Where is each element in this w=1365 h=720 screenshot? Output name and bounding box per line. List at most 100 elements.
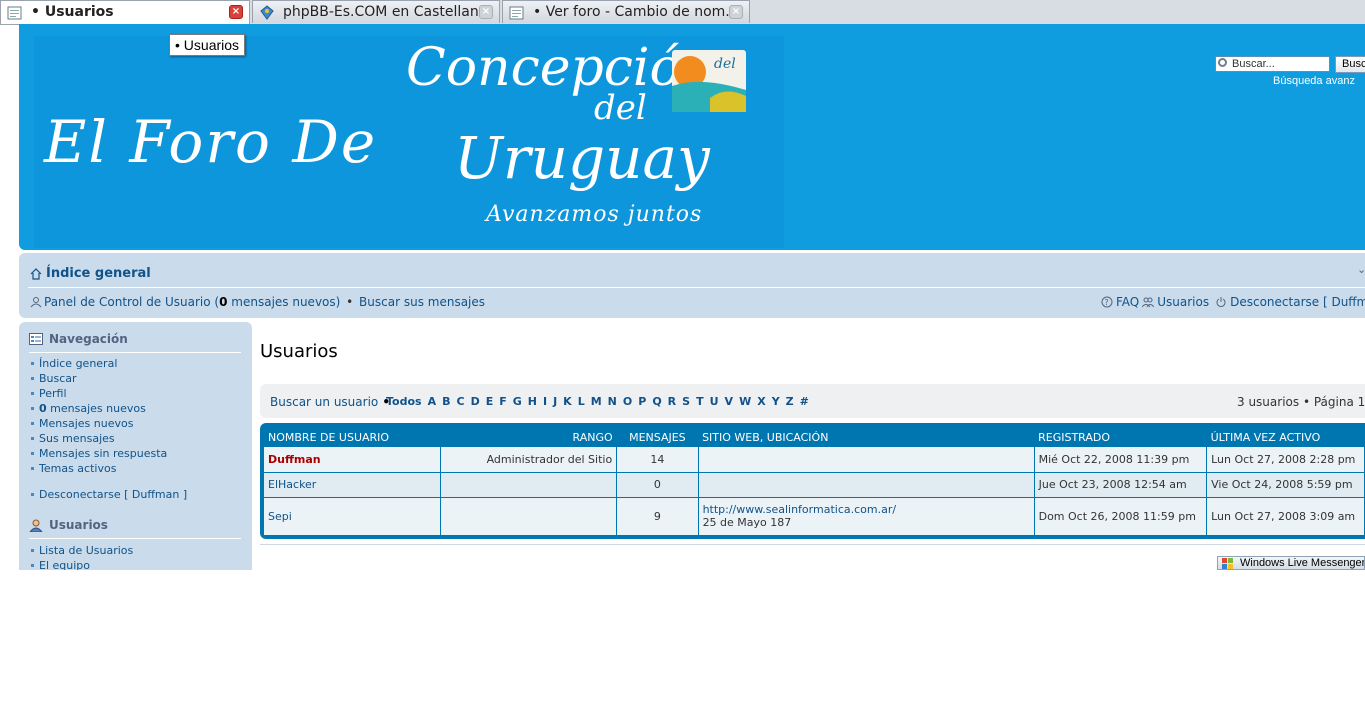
letter-link[interactable]: K	[563, 395, 572, 408]
power-icon	[1216, 297, 1226, 307]
posts-cell[interactable]: 0	[616, 472, 699, 498]
find-user-link[interactable]: Buscar un usuario	[270, 395, 378, 409]
col-username[interactable]: NOMBRE DE USUARIO	[264, 427, 440, 447]
letter-link[interactable]: I	[543, 395, 547, 408]
letter-link[interactable]: W	[739, 395, 751, 408]
browser-tab-phpbb[interactable]: phpBB-Es.COM en Castellan... ×	[252, 0, 500, 23]
sidebar-item-new-count[interactable]: 0 mensajes nuevos	[31, 401, 167, 416]
letter-link[interactable]: Y	[772, 395, 780, 408]
browser-tab-usuarios[interactable]: • Usuarios ×	[0, 0, 250, 24]
page-icon	[509, 6, 524, 20]
banner-text-foro: El Foro De	[44, 108, 378, 176]
phpbb-icon	[260, 5, 274, 20]
filter-label: Buscar un usuario •	[270, 395, 394, 409]
members-link[interactable]: Usuarios	[1157, 295, 1209, 309]
banner-text-del: del	[594, 88, 647, 128]
table-row: Sepi 9 http://www.sealinformatica.com.ar…	[264, 497, 1365, 536]
letter-link[interactable]: N	[608, 395, 617, 408]
letter-link[interactable]: Z	[786, 395, 794, 408]
browser-tab-ver-foro[interactable]: • Ver foro - Cambio de nom... ×	[502, 0, 750, 23]
search-input[interactable]: Buscar...	[1215, 56, 1330, 72]
user-icon	[29, 519, 43, 532]
letter-link[interactable]: F	[499, 395, 507, 408]
letter-link[interactable]: R	[668, 395, 676, 408]
sidebar-item-memberlist[interactable]: Lista de Usuarios	[31, 543, 133, 558]
ucp-link[interactable]: Panel de Control de Usuario (0 mensajes …	[44, 295, 340, 309]
letter-link[interactable]: T	[696, 395, 704, 408]
logout-list: Desconectarse [ Duffman ]	[31, 487, 187, 502]
close-tab-icon[interactable]: ×	[229, 5, 243, 19]
letter-link[interactable]: P	[638, 395, 646, 408]
letter-link[interactable]: S	[682, 395, 690, 408]
col-posts[interactable]: MENSAJES	[617, 427, 698, 447]
pagination-info: 3 usuarios • Página 1 d	[1237, 395, 1365, 409]
letter-link[interactable]: #	[800, 395, 809, 408]
navigation-icon	[29, 333, 43, 345]
nav-list: Índice general Buscar Perfil 0 mensajes …	[31, 356, 167, 476]
letter-link[interactable]: H	[528, 395, 537, 408]
letter-link[interactable]: U	[710, 395, 719, 408]
page-title: Usuarios	[260, 341, 338, 362]
letter-link[interactable]: C	[456, 395, 464, 408]
windows-live-messenger-button[interactable]: Windows Live Messenger	[1217, 556, 1365, 570]
search-own-posts-link[interactable]: Buscar sus mensajes	[359, 295, 485, 309]
user-links: ? FAQ Usuarios Desconectarse [ Duffm	[1101, 295, 1365, 309]
divider	[28, 287, 1365, 288]
sidebar-item-your-posts[interactable]: Sus mensajes	[31, 431, 167, 446]
table-row: Duffman Administrador del Sitio 14 Mié O…	[264, 447, 1365, 473]
logout-link[interactable]: Desconectarse [ Duffm	[1230, 295, 1365, 309]
letter-link[interactable]: V	[725, 395, 734, 408]
username-link[interactable]: ElHacker	[268, 478, 316, 491]
browser-tab-bar: • Usuarios × phpBB-Es.COM en Castellan..…	[0, 0, 1365, 25]
letter-link[interactable]: A	[428, 395, 437, 408]
username-link[interactable]: Duffman	[268, 453, 321, 466]
last-active-cell: Lun Oct 27, 2008 3:09 am	[1206, 497, 1365, 536]
website-link[interactable]: http://www.sealinformatica.com.ar/	[703, 503, 1030, 516]
close-tab-icon[interactable]: ×	[729, 5, 743, 19]
letter-link[interactable]: G	[513, 395, 522, 408]
letter-link[interactable]: J	[553, 395, 557, 408]
letter-link[interactable]: D	[471, 395, 480, 408]
sidebar-item-logout[interactable]: Desconectarse [ Duffman ]	[31, 487, 187, 502]
letter-link[interactable]: O	[623, 395, 632, 408]
username-link[interactable]: Sepi	[268, 510, 292, 523]
tab-title: • Usuarios	[31, 4, 114, 20]
search-placeholder: Buscar...	[1232, 58, 1275, 70]
sidebar-item-new-posts[interactable]: Mensajes nuevos	[31, 416, 167, 431]
index-link[interactable]: Índice general	[46, 266, 151, 281]
sidebar-item-search[interactable]: Buscar	[31, 371, 167, 386]
posts-cell[interactable]: 9	[616, 497, 699, 536]
sidebar-item-unanswered[interactable]: Mensajes sin respuesta	[31, 446, 167, 461]
letter-link[interactable]: B	[442, 395, 450, 408]
letter-link[interactable]: M	[591, 395, 602, 408]
posts-cell[interactable]: 14	[616, 447, 699, 473]
col-rank[interactable]: RANGO	[440, 427, 616, 447]
forum-banner[interactable]: El Foro De Concepción del Uruguay Avanza…	[34, 36, 784, 248]
letter-link[interactable]: E	[486, 395, 494, 408]
ucp-label: Panel de Control de Usuario (	[44, 295, 220, 309]
letter-link-all[interactable]: Todos	[386, 395, 422, 408]
search-button[interactable]: Busc	[1335, 56, 1365, 73]
col-registered[interactable]: REGISTRADO	[1034, 427, 1207, 447]
sidebar-item-index[interactable]: Índice general	[31, 356, 167, 371]
col-last-active[interactable]: ÚLTIMA VEZ ACTIVO	[1207, 427, 1365, 447]
separator: •	[342, 295, 358, 309]
sidebar-item-team[interactable]: El equipo	[31, 558, 133, 570]
svg-text:?: ?	[1105, 298, 1109, 307]
letter-link[interactable]: X	[757, 395, 765, 408]
faq-link[interactable]: FAQ	[1116, 295, 1139, 309]
letter-link[interactable]: Q	[652, 395, 661, 408]
sidebar-item-active-topics[interactable]: Temas activos	[31, 461, 167, 476]
advanced-search-link[interactable]: Búsqueda avanz	[1273, 75, 1355, 87]
page-icon	[7, 6, 22, 20]
chevron-down-icon[interactable]: ⌄	[1357, 263, 1365, 276]
close-tab-icon[interactable]: ×	[479, 5, 493, 19]
col-website[interactable]: SITIO WEB, UBICACIÓN	[698, 427, 1034, 447]
letter-link[interactable]: L	[578, 395, 585, 408]
memberlist-table-frame: NOMBRE DE USUARIO RANGO MENSAJES SITIO W…	[260, 423, 1365, 539]
ucp-bar: Panel de Control de Usuario (0 mensajes …	[30, 295, 485, 309]
rank-cell	[440, 497, 618, 536]
sidebar-item-profile[interactable]: Perfil	[31, 386, 167, 401]
ucp-label-suffix: mensajes nuevos)	[227, 295, 341, 309]
sidebar: Navegación Índice general Buscar Perfil …	[19, 322, 252, 570]
